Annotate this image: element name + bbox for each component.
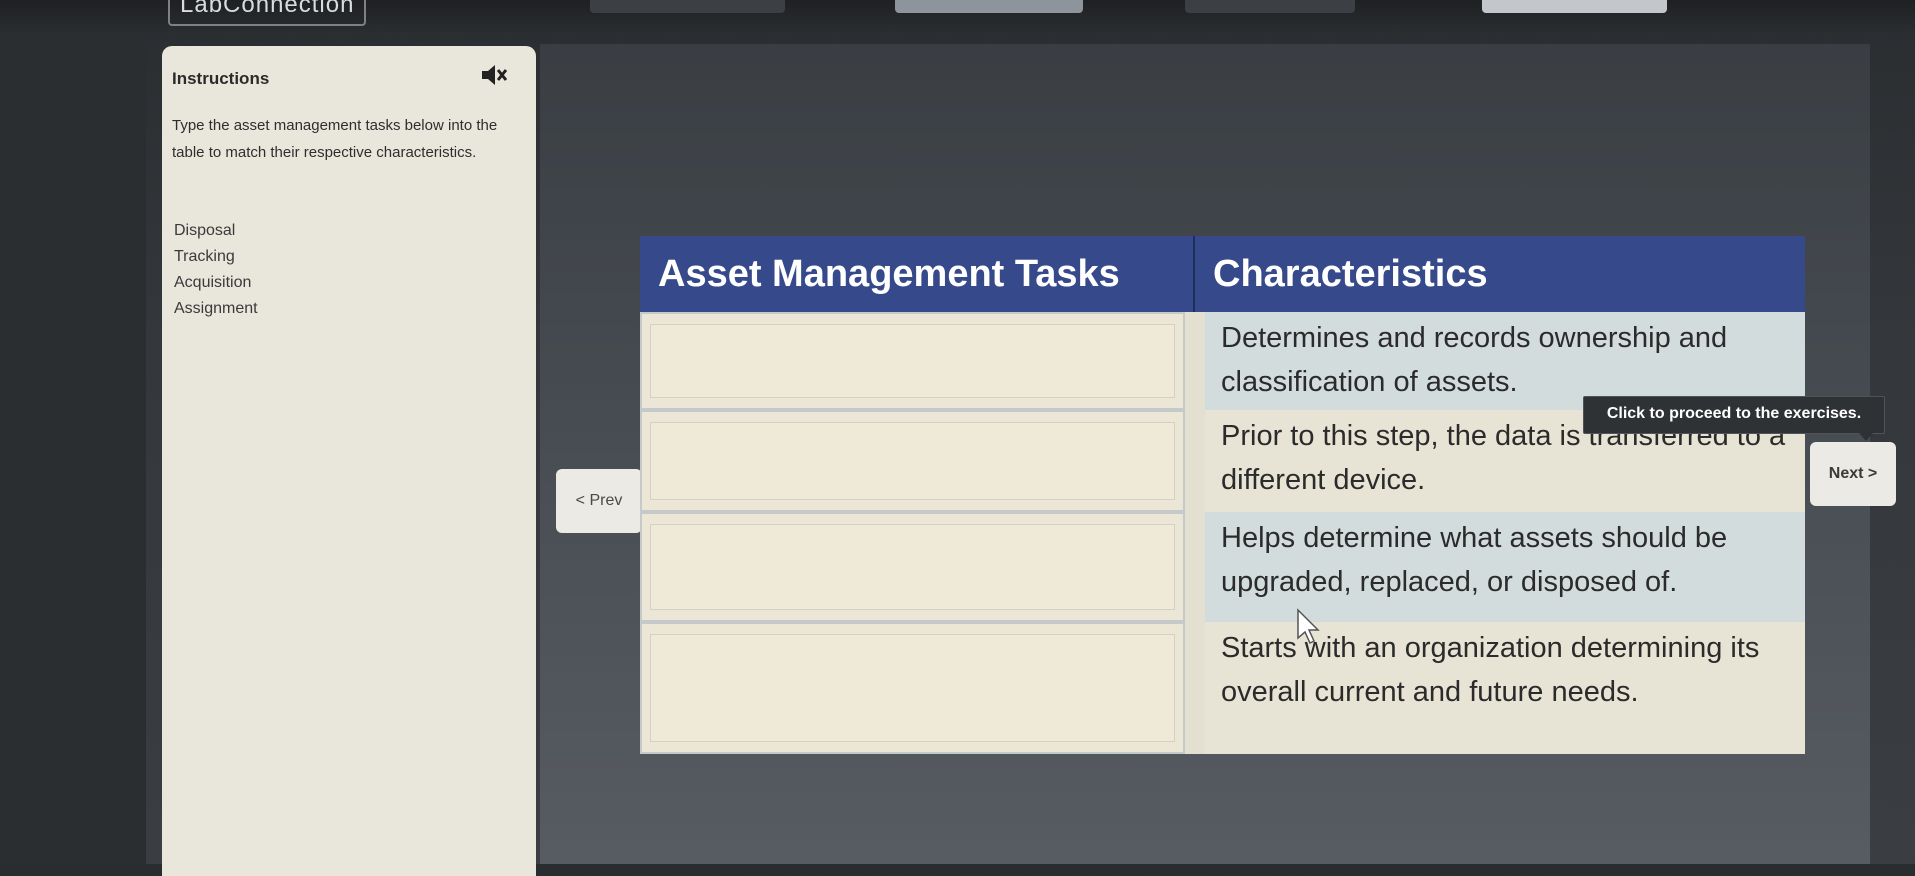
answer-input[interactable] bbox=[654, 528, 1171, 606]
next-button[interactable]: Next > bbox=[1810, 442, 1896, 506]
instructions-title: Instructions bbox=[172, 69, 270, 88]
answer-input[interactable] bbox=[654, 638, 1171, 738]
table-row: Starts with an organization determining … bbox=[640, 622, 1805, 754]
matching-table: Asset Management Tasks Characteristics D… bbox=[640, 236, 1805, 754]
answer-cell bbox=[640, 312, 1185, 410]
task-word: Disposal bbox=[174, 222, 236, 239]
table-row: Helps determine what assets should be up… bbox=[640, 512, 1805, 622]
answer-cell bbox=[640, 622, 1185, 754]
left-margin bbox=[0, 34, 146, 864]
task-word: Acquisition bbox=[174, 274, 252, 291]
column-header-tasks: Asset Management Tasks bbox=[640, 236, 1195, 312]
app-title: LabConnection bbox=[168, 0, 367, 26]
instructions-text: Type the asset management tasks below in… bbox=[172, 117, 498, 161]
task-word: Assignment bbox=[174, 300, 258, 317]
next-tooltip: Click to proceed to the exercises. bbox=[1583, 396, 1885, 441]
speaker-muted-icon[interactable] bbox=[478, 60, 508, 90]
top-tab[interactable] bbox=[1482, 0, 1667, 13]
task-word-bank: Disposal Tracking Acquisition Assignment bbox=[174, 218, 258, 322]
answer-cell bbox=[640, 410, 1185, 512]
top-tab[interactable] bbox=[590, 0, 785, 13]
prev-button[interactable]: < Prev bbox=[556, 469, 642, 533]
instructions-panel: Instructions Type the asset management t… bbox=[162, 46, 536, 876]
task-word: Tracking bbox=[174, 248, 235, 265]
answer-cell bbox=[640, 512, 1185, 622]
answer-input[interactable] bbox=[654, 328, 1171, 394]
top-bar: LabConnection bbox=[0, 0, 1915, 34]
mouse-cursor-icon bbox=[1297, 608, 1320, 645]
top-tab-active[interactable] bbox=[895, 0, 1083, 13]
answer-input[interactable] bbox=[654, 426, 1171, 496]
column-header-characteristics: Characteristics bbox=[1195, 236, 1805, 312]
characteristic-cell: Starts with an organization determining … bbox=[1205, 622, 1805, 754]
top-tab[interactable] bbox=[1185, 0, 1355, 13]
characteristic-cell: Helps determine what assets should be up… bbox=[1205, 512, 1805, 622]
